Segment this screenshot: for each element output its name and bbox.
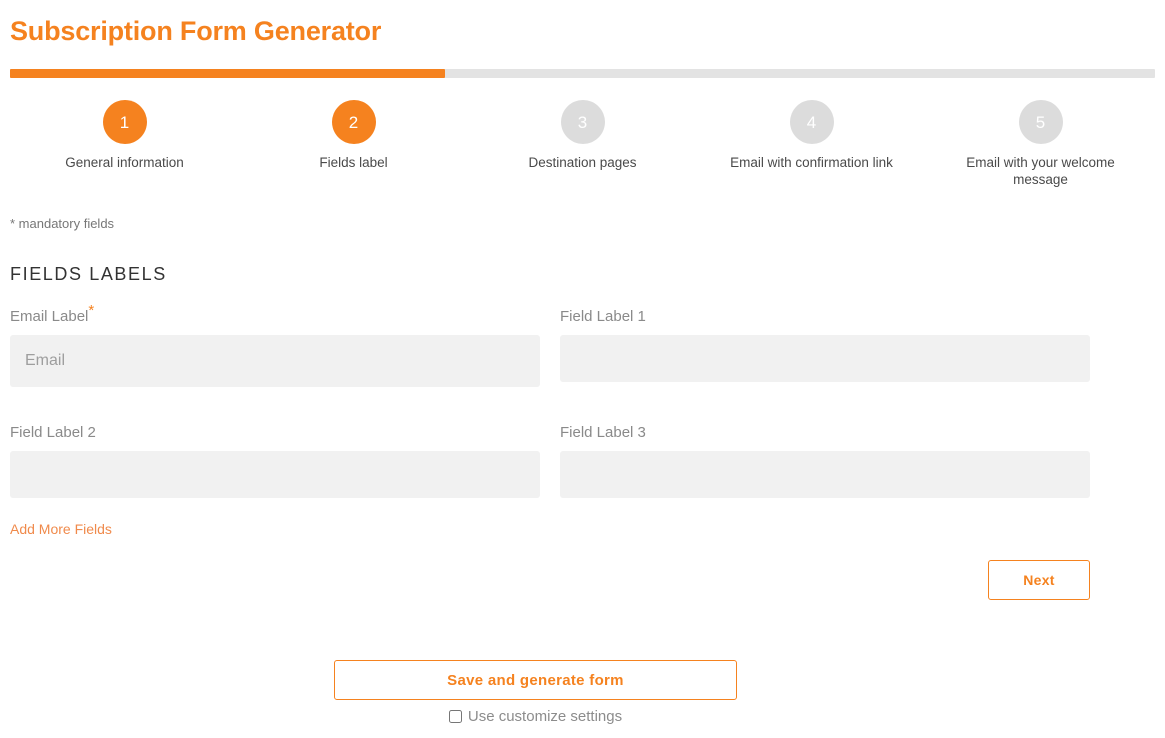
add-more-fields-link[interactable]: Add More Fields xyxy=(10,521,112,537)
form-row-spacer xyxy=(10,387,1090,424)
required-asterisk-icon: * xyxy=(88,302,95,319)
field-1-input[interactable] xyxy=(560,335,1090,382)
field-1-label-caption: Field Label 1 xyxy=(560,308,646,325)
form-row-2: Field Label 2 Field Label 3 xyxy=(10,424,1090,498)
next-button[interactable]: Next xyxy=(988,560,1090,600)
email-label-input[interactable] xyxy=(10,335,540,387)
form-col-field-1: Field Label 1 xyxy=(560,308,1090,387)
email-label-caption: Email Label* xyxy=(10,303,540,326)
form-col-email-label: Email Label* xyxy=(10,303,540,387)
stepper-step-1[interactable]: 1 General information xyxy=(10,100,239,192)
progress-bar-fill xyxy=(10,69,446,78)
step-number-3: 3 xyxy=(560,100,605,144)
step-label-3: Destination pages xyxy=(528,155,637,170)
field-2-label-caption: Field Label 2 xyxy=(10,424,96,441)
use-customize-settings-checkbox[interactable] xyxy=(448,710,462,723)
subscription-form-generator-page: Subscription Form Generator 1 General in… xyxy=(0,0,1165,738)
field-2-input[interactable] xyxy=(10,451,540,498)
email-label-text: Email Label xyxy=(10,308,89,325)
use-customize-settings-row: Use customize settings xyxy=(0,708,1071,725)
stepper-step-3[interactable]: 3 Destination pages xyxy=(468,100,697,192)
form-col-field-3: Field Label 3 xyxy=(560,424,1090,498)
field-3-label-caption: Field Label 3 xyxy=(560,424,646,441)
step-label-4: Email with confirmation link xyxy=(730,155,893,170)
step-number-5: 5 xyxy=(1018,100,1063,144)
step-number-1: 1 xyxy=(102,100,147,144)
progress-bar-track xyxy=(10,69,1155,78)
stepper-step-2[interactable]: 2 Fields label xyxy=(239,100,468,192)
step-label-1: General information xyxy=(65,155,184,170)
form-row-1: Email Label* Field Label 1 xyxy=(10,303,1090,387)
field-3-input[interactable] xyxy=(560,451,1090,498)
use-customize-settings-label[interactable]: Use customize settings xyxy=(468,708,622,725)
stepper-step-5[interactable]: 5 Email with your welcome message xyxy=(926,100,1155,192)
page-title: Subscription Form Generator xyxy=(10,16,382,46)
save-and-generate-form-button[interactable]: Save and generate form xyxy=(334,660,737,700)
section-title-fields-labels: FIELDS LABELS xyxy=(10,264,167,284)
step-number-4: 4 xyxy=(789,100,834,144)
form-col-field-2: Field Label 2 xyxy=(10,424,540,498)
stepper-step-4[interactable]: 4 Email with confirmation link xyxy=(697,100,926,192)
wizard-stepper: 1 General information 2 Fields label 3 D… xyxy=(10,100,1155,192)
step-number-2: 2 xyxy=(331,100,376,144)
mandatory-fields-note: * mandatory fields xyxy=(10,216,115,231)
step-label-2: Fields label xyxy=(319,155,388,170)
fields-labels-form: Email Label* Field Label 1 Field Label 2… xyxy=(10,303,1090,498)
step-label-5: Email with your welcome message xyxy=(966,155,1115,187)
